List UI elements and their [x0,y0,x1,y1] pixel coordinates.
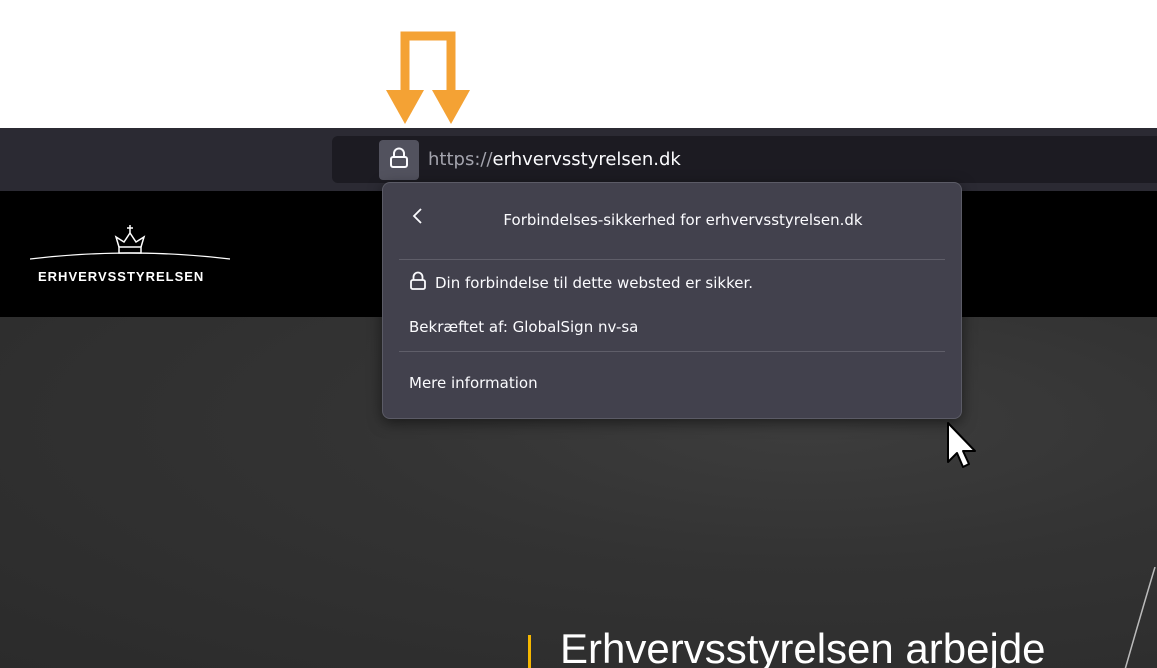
hero-decoration [1124,567,1156,668]
annotation-arrows [380,28,470,128]
browser-window: https://erhvervsstyrelsen.dk Erhvervssty… [0,128,1157,668]
panel-title: Forbindelses-sikkerhed for erhvervsstyre… [503,211,863,229]
lock-icon [409,271,427,295]
mouse-cursor-icon [947,422,976,468]
url-host: erhvervsstyrelsen.dk [492,149,681,170]
hero-accent-line [528,635,531,668]
url-text[interactable]: https://erhvervsstyrelsen.dk [428,148,681,172]
divider [399,351,945,352]
url-scheme: https:// [428,149,493,170]
divider [399,259,945,260]
secure-connection-text: Din forbindelse til dette websted er sik… [435,274,754,292]
verified-by-text: Bekræftet af: GlobalSign nv-sa [409,318,639,336]
lock-icon [389,147,409,173]
crown-icon [30,225,231,260]
connection-security-panel: Forbindelses-sikkerhed for erhvervsstyre… [382,182,962,419]
secure-connection-row: Din forbindelse til dette websted er sik… [409,271,753,295]
logo-text: Erhvervsstyrelsen [38,269,205,284]
site-security-button[interactable] [379,140,419,180]
site-logo[interactable]: Erhvervsstyrelsen [30,221,235,291]
hero-title: Erhvervsstyrelsen arbejde [560,625,1046,668]
more-information-button[interactable]: Mere information [409,374,538,392]
